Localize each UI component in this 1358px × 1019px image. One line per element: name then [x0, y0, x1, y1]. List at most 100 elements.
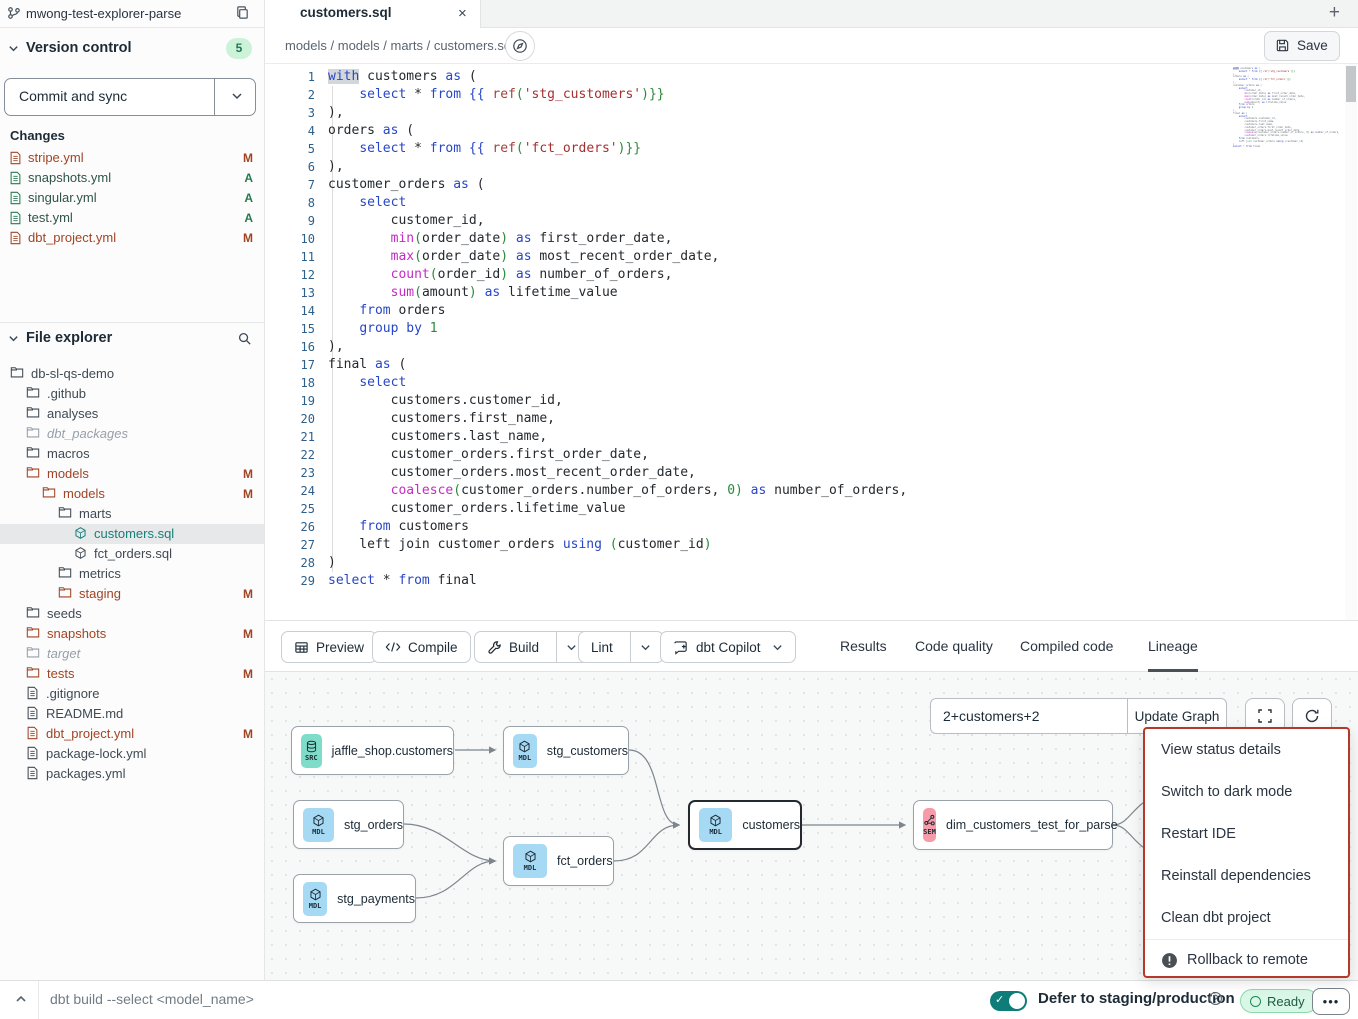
- lint-dropdown-chevron[interactable]: [630, 632, 651, 662]
- explore-compass-button[interactable]: [505, 31, 535, 61]
- button-divider: [214, 79, 215, 115]
- copilot-chat-icon: [673, 640, 689, 655]
- code-lines[interactable]: with customers as ( select * from {{ ref…: [328, 68, 907, 590]
- folder-icon: [42, 486, 56, 500]
- file-icon: [9, 151, 22, 165]
- code-line: select: [328, 194, 907, 212]
- build-dropdown-chevron[interactable]: [556, 632, 577, 662]
- tree-item-marts[interactable]: marts: [0, 504, 264, 524]
- change-row-snapshots.yml[interactable]: snapshots.ymlA: [0, 168, 264, 188]
- tree-item-label: marts: [79, 506, 112, 521]
- tab-lineage[interactable]: Lineage: [1148, 621, 1198, 672]
- lineage-node-jaffle_shop_customers[interactable]: SRCjaffle_shop.customers: [291, 726, 454, 775]
- tab-code-quality[interactable]: Code quality: [915, 621, 993, 672]
- tree-item-.gitignore[interactable]: .gitignore: [0, 684, 264, 704]
- tree-item-fct_orders.sql[interactable]: fct_orders.sql: [0, 544, 264, 564]
- change-row-stripe.yml[interactable]: stripe.ymlM: [0, 148, 264, 168]
- tree-item-.github[interactable]: .github: [0, 384, 264, 404]
- menu-item-view-status-details[interactable]: View status details: [1145, 729, 1348, 771]
- folder-icon: [26, 666, 40, 680]
- minimap[interactable]: with customers as ( select * from {{ ref…: [1233, 68, 1325, 149]
- tree-item-tests[interactable]: testsM: [0, 664, 264, 684]
- tree-item-package-lock.yml[interactable]: package-lock.yml: [0, 744, 264, 764]
- lineage-node-stg_orders[interactable]: MDLstg_orders: [293, 800, 404, 849]
- mdl-badge: MDL: [513, 844, 547, 878]
- lineage-node-fct_orders[interactable]: MDLfct_orders: [503, 836, 614, 886]
- tree-item-models[interactable]: modelsM: [0, 484, 264, 504]
- menu-item-reinstall-dependencies[interactable]: Reinstall dependencies: [1145, 855, 1348, 897]
- lineage-node-dim_customers_test_for_parse[interactable]: SEMdim_customers_test_for_parse: [913, 800, 1113, 850]
- tree-item-label: tests: [47, 666, 74, 681]
- copy-icon[interactable]: [235, 5, 250, 20]
- tree-item-target[interactable]: target: [0, 644, 264, 664]
- code-line: from orders: [328, 302, 907, 320]
- chevron-down-icon[interactable]: [231, 90, 243, 102]
- folder-icon: [58, 586, 72, 600]
- tree-item-packages.yml[interactable]: packages.yml: [0, 764, 264, 784]
- code-line: select * from {{ ref('fct_orders')}}: [328, 140, 907, 158]
- tree-item-staging[interactable]: stagingM: [0, 584, 264, 604]
- tab-compiled-code[interactable]: Compiled code: [1020, 621, 1113, 672]
- commit-and-sync-button[interactable]: Commit and sync: [4, 78, 256, 116]
- src-badge: SRC: [301, 734, 322, 768]
- tab-results[interactable]: Results: [840, 621, 887, 672]
- more-options-button[interactable]: •••: [1312, 988, 1350, 1015]
- change-row-dbt_project.yml[interactable]: dbt_project.ymlM: [0, 228, 264, 248]
- tree-item-db-sl-qs-demo[interactable]: db-sl-qs-demo: [0, 364, 264, 384]
- lint-button[interactable]: Lint: [578, 631, 664, 663]
- tree-item-macros[interactable]: macros: [0, 444, 264, 464]
- menu-item-rollback-to-remote[interactable]: Rollback to remote: [1145, 940, 1348, 980]
- save-button[interactable]: Save: [1264, 31, 1340, 61]
- node-label: dim_customers_test_for_parse: [946, 818, 1118, 832]
- lineage-node-stg_payments[interactable]: MDLstg_payments: [293, 874, 416, 923]
- ready-status-badge: Ready: [1240, 989, 1318, 1013]
- tree-item-snapshots[interactable]: snapshotsM: [0, 624, 264, 644]
- code-editor[interactable]: 1234567891011121314151617181920212223242…: [265, 64, 1358, 620]
- menu-item-switch-to-dark-mode[interactable]: Switch to dark mode: [1145, 771, 1348, 813]
- code-icon: [385, 640, 401, 654]
- tree-item-models[interactable]: modelsM: [0, 464, 264, 484]
- chevron-up-icon[interactable]: [14, 992, 28, 1006]
- tree-item-dbt_project.yml[interactable]: dbt_project.ymlM: [0, 724, 264, 744]
- file-icon: [26, 726, 39, 740]
- close-icon[interactable]: ×: [458, 5, 467, 22]
- tab-customers-sql[interactable]: customers.sql ×: [265, 0, 481, 28]
- folder-icon: [26, 426, 40, 440]
- menu-item-clean-dbt-project[interactable]: Clean dbt project: [1145, 897, 1348, 939]
- dbt-copilot-button[interactable]: dbt Copilot: [660, 631, 796, 663]
- change-row-singular.yml[interactable]: singular.ymlA: [0, 188, 264, 208]
- file-icon: [26, 766, 39, 780]
- folder-icon: [26, 626, 40, 640]
- command-input[interactable]: dbt build --select <model_name>: [50, 991, 254, 1007]
- tree-item-customers.sql[interactable]: customers.sql: [0, 524, 264, 544]
- compile-button[interactable]: Compile: [372, 631, 471, 663]
- tree-item-metrics[interactable]: metrics: [0, 564, 264, 584]
- folder-icon: [26, 406, 40, 420]
- tree-item-label: target: [47, 646, 80, 661]
- menu-item-restart-ide[interactable]: Restart IDE: [1145, 813, 1348, 855]
- defer-toggle[interactable]: ✓: [990, 991, 1027, 1011]
- copilot-dropdown-chevron[interactable]: [772, 642, 783, 653]
- tree-item-README.md[interactable]: README.md: [0, 704, 264, 724]
- tree-item-dbt_packages[interactable]: dbt_packages: [0, 424, 264, 444]
- preview-button[interactable]: Preview: [281, 631, 377, 663]
- tree-item-analyses[interactable]: analyses: [0, 404, 264, 424]
- tree-item-seeds[interactable]: seeds: [0, 604, 264, 624]
- lineage-panel[interactable]: SRCjaffle_shop.customers MDLstg_customers…: [265, 672, 1358, 980]
- change-file-name: snapshots.yml: [28, 168, 111, 188]
- file-explorer-header[interactable]: File explorer: [0, 328, 264, 352]
- help-icon[interactable]: [1208, 991, 1223, 1006]
- lineage-selector-input[interactable]: [930, 698, 1128, 734]
- folder-icon: [58, 506, 72, 520]
- lineage-node-stg_customers[interactable]: MDLstg_customers: [503, 726, 629, 775]
- scrollbar-thumb[interactable]: [1346, 66, 1356, 102]
- change-row-test.yml[interactable]: test.ymlA: [0, 208, 264, 228]
- editor-scrollbar[interactable]: [1345, 64, 1357, 620]
- new-tab-button[interactable]: +: [1329, 2, 1340, 24]
- lineage-node-customers[interactable]: MDLcustomers: [688, 800, 802, 850]
- main-area: customers.sql × + models / models / mart…: [265, 0, 1358, 980]
- version-control-header[interactable]: Version control 5: [0, 38, 264, 62]
- search-icon[interactable]: [237, 331, 252, 346]
- build-button[interactable]: Build: [474, 631, 590, 663]
- node-label: customers: [742, 818, 800, 832]
